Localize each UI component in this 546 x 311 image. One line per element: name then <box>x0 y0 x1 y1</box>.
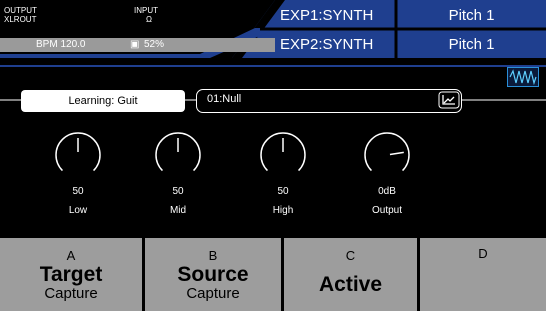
tab-c[interactable]: C Active <box>284 238 417 311</box>
output-label: OUTPUT <box>4 6 37 15</box>
knob-low-value: 50 <box>72 186 84 197</box>
knob-output[interactable] <box>364 132 410 172</box>
knob-mid[interactable] <box>155 132 201 172</box>
preset-name: 01:Null <box>207 93 242 105</box>
cpu-icon: ▣ <box>130 39 140 50</box>
exp2-value[interactable]: Pitch 1 <box>397 36 546 53</box>
tab-a-letter: A <box>66 248 76 263</box>
tab-b[interactable]: B Source Capture <box>145 238 281 311</box>
learning-badge[interactable]: Learning: Guit <box>21 90 185 112</box>
tab-b-title: Source <box>177 263 249 286</box>
tab-d[interactable]: D <box>420 238 546 311</box>
tab-b-letter: B <box>208 248 218 263</box>
cpu-value: 52% <box>144 39 165 50</box>
tab-c-title: Active <box>318 273 383 296</box>
knob-output-label: Output <box>371 205 403 216</box>
tab-c-letter: C <box>345 248 356 263</box>
knob-mid-label: Mid <box>169 205 187 216</box>
tab-a-title: Target <box>39 263 103 286</box>
tab-a-sub: Capture <box>44 285 98 302</box>
bpm-value[interactable]: BPM 120.0 <box>36 39 85 50</box>
graph-icon[interactable] <box>438 91 460 109</box>
knob-low-label: Low <box>68 205 88 216</box>
exp1-label[interactable]: EXP1:SYNTH <box>280 7 373 24</box>
knob-mid-value: 50 <box>172 186 184 197</box>
knob-high-value: 50 <box>277 186 289 197</box>
tab-d-letter: D <box>478 246 488 261</box>
exp1-value[interactable]: Pitch 1 <box>397 7 546 24</box>
xlrout-label: XLROUT <box>4 15 37 24</box>
tab-b-sub: Capture <box>186 285 240 302</box>
exp2-label[interactable]: EXP2:SYNTH <box>280 36 373 53</box>
input-icon: Ω <box>146 15 152 24</box>
tab-a[interactable]: A Target Capture <box>0 238 142 311</box>
knob-output-value: 0dB <box>378 186 396 197</box>
knob-low[interactable] <box>55 132 101 172</box>
knob-high-label: High <box>272 205 294 216</box>
input-label: INPUT <box>134 6 158 15</box>
knob-high[interactable] <box>260 132 306 172</box>
